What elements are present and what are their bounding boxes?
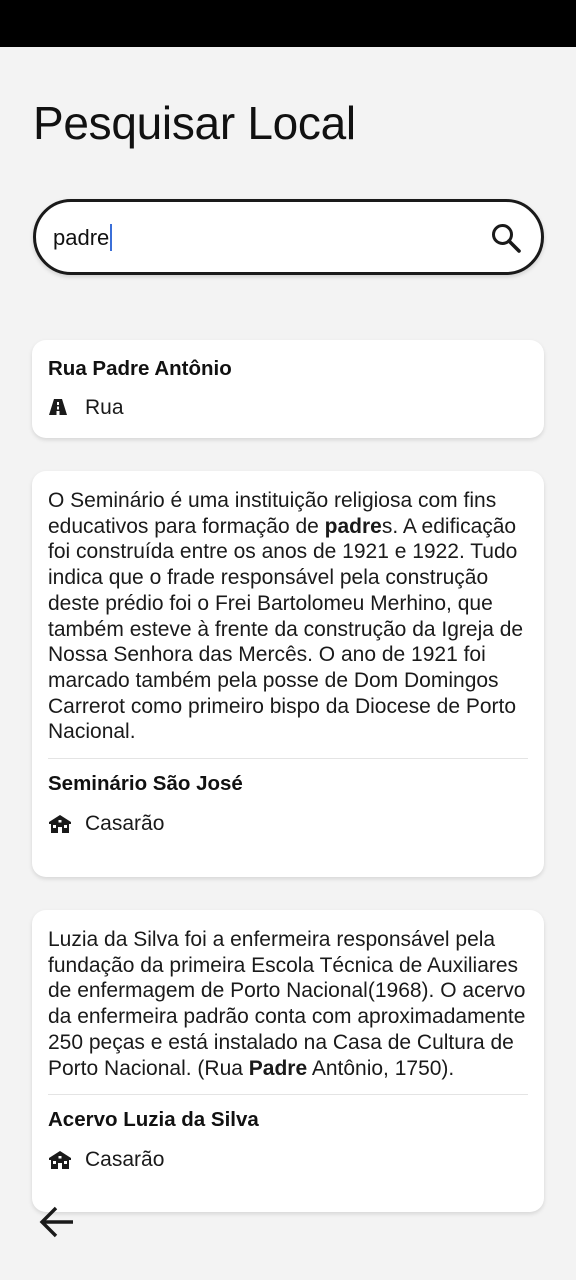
- result-card-acervo-luzia-da-silva[interactable]: Luzia da Silva foi a enfermeira responsá…: [32, 910, 544, 1212]
- status-bar: [0, 0, 576, 47]
- result-type-label: Casarão: [85, 1148, 165, 1172]
- search-bar[interactable]: [33, 199, 544, 275]
- result-title: Rua Padre Antônio: [48, 357, 232, 380]
- result-card-rua-padre-antonio[interactable]: Rua Padre Antônio Rua: [32, 340, 544, 438]
- result-title: Acervo Luzia da Silva: [48, 1108, 259, 1132]
- search-icon[interactable]: [490, 222, 522, 254]
- result-card-seminario-sao-jose[interactable]: O Seminário é uma instituição religiosa …: [32, 471, 544, 877]
- result-title: Seminário São José: [48, 772, 243, 796]
- arrow-left-icon[interactable]: [39, 1206, 75, 1243]
- search-match-highlight: padre: [324, 514, 382, 538]
- house-icon: [48, 1150, 71, 1170]
- house-icon: [48, 814, 71, 834]
- result-description: O Seminário é uma instituição religiosa …: [48, 489, 524, 744]
- result-type: Casarão: [32, 1148, 544, 1172]
- back-button[interactable]: [38, 1206, 76, 1243]
- road-icon: [48, 398, 70, 418]
- result-type: Casarão: [32, 812, 544, 836]
- search-match-highlight: Padre: [248, 1056, 308, 1080]
- page-title: Pesquisar Local: [33, 97, 356, 149]
- result-type-label: Casarão: [85, 812, 165, 836]
- search-input[interactable]: [53, 222, 453, 254]
- text-caret: [110, 224, 112, 251]
- result-description: Luzia da Silva foi a enfermeira responsá…: [48, 928, 526, 1080]
- result-type: Rua: [32, 396, 544, 420]
- result-type-label: Rua: [85, 396, 124, 419]
